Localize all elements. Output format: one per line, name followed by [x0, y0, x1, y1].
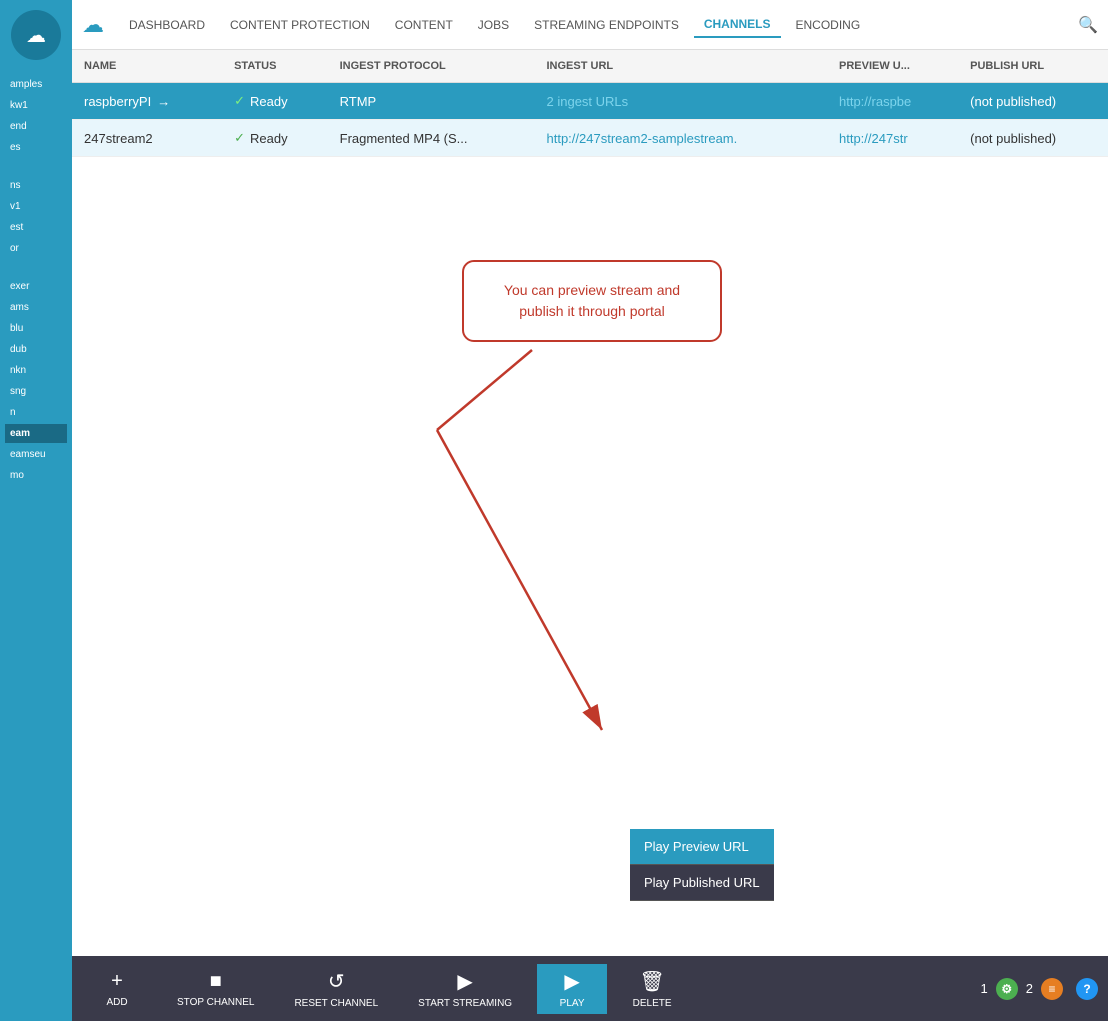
sidebar-item-amples[interactable]: amples — [5, 75, 67, 94]
check-icon: ✓ — [234, 93, 245, 109]
search-icon[interactable]: 🔍 — [1078, 15, 1098, 35]
stop-icon: ■ — [210, 970, 222, 993]
nav-jobs[interactable]: JOBS — [468, 13, 519, 37]
settings-badge[interactable]: ⚙ — [996, 978, 1018, 1000]
top-nav: ☁ DASHBOARD CONTENT PROTECTION CONTENT J… — [72, 0, 1108, 50]
play-button[interactable]: ▶ PLAY — [537, 964, 607, 1014]
start-streaming-icon: ▶ — [457, 969, 472, 994]
sidebar-item-blu[interactable]: blu — [5, 319, 67, 338]
row-name-text: 247stream2 — [84, 131, 153, 146]
row-protocol-cell: RTMP — [328, 83, 535, 120]
sidebar-item-eam[interactable]: eam — [5, 424, 67, 443]
sidebar-item-nkn[interactable]: nkn — [5, 361, 67, 380]
row-name-cell: raspberryPI → — [72, 83, 222, 120]
nav-streaming-endpoints[interactable]: STREAMING ENDPOINTS — [524, 13, 689, 37]
row-arrow-icon: → — [157, 94, 170, 109]
row-publish-url-cell: (not published) — [958, 83, 1108, 120]
play-preview-url-item[interactable]: Play Preview URL — [630, 829, 774, 865]
play-icon: ▶ — [564, 969, 579, 994]
nav-content-protection[interactable]: CONTENT PROTECTION — [220, 13, 380, 37]
list-badge[interactable]: ≡ — [1041, 978, 1063, 1000]
col-preview-url: PREVIEW U... — [827, 50, 958, 83]
sidebar-item-dub[interactable]: dub — [5, 340, 67, 359]
nav-encoding[interactable]: ENCODING — [786, 13, 871, 37]
play-label: PLAY — [560, 998, 585, 1009]
status-text: Ready — [250, 131, 288, 146]
callout-bubble: You can preview stream and publish it th… — [462, 260, 722, 342]
add-label: ADD — [106, 997, 127, 1008]
row-status-cell: ✓ Ready — [222, 120, 328, 157]
stop-channel-button[interactable]: ■ STOP CHANNEL — [162, 965, 269, 1013]
add-button[interactable]: + ADD — [82, 965, 152, 1013]
badge-count-2: 2 — [1026, 981, 1033, 996]
row-publish-url-cell: (not published) — [958, 120, 1108, 157]
col-status: STATUS — [222, 50, 328, 83]
check-icon: ✓ — [234, 130, 245, 146]
table-row[interactable]: raspberryPI → ✓ Ready RTMP 2 ingest URLs… — [72, 83, 1108, 120]
row-ingest-url-cell: http://247stream2-samplestream. — [535, 120, 828, 157]
callout-text: You can preview stream and publish it th… — [504, 282, 680, 319]
nav-dashboard[interactable]: DASHBOARD — [119, 13, 215, 37]
col-ingest-protocol: INGEST PROTOCOL — [328, 50, 535, 83]
row-ingest-url-cell: 2 ingest URLs — [535, 83, 828, 120]
table-row[interactable]: 247stream2 ✓ Ready Fragmented MP4 (S... … — [72, 120, 1108, 157]
delete-button[interactable]: 🗑 DELETE — [617, 964, 687, 1014]
main-content: ☁ DASHBOARD CONTENT PROTECTION CONTENT J… — [72, 0, 1108, 1021]
reset-channel-button[interactable]: ↺ RESET CHANNEL — [279, 964, 393, 1014]
start-streaming-button[interactable]: ▶ START STREAMING — [403, 964, 527, 1014]
sidebar-item-end[interactable]: end — [5, 117, 67, 136]
callout-container: You can preview stream and publish it th… — [462, 260, 722, 342]
col-publish-url: PUBLISH URL — [958, 50, 1108, 83]
row-name-text: raspberryPI — [84, 94, 151, 109]
toolbar-right: 1 ⚙ 2 ≡ ? — [981, 978, 1098, 1000]
row-status-cell: ✓ Ready — [222, 83, 328, 120]
nav-content[interactable]: CONTENT — [385, 13, 463, 37]
sidebar-item-or[interactable]: or — [5, 239, 67, 258]
sidebar-item-ns[interactable]: ns — [5, 176, 67, 195]
reset-label: RESET CHANNEL — [294, 998, 378, 1009]
start-streaming-label: START STREAMING — [418, 998, 512, 1009]
badge-count-1: 1 — [981, 981, 988, 996]
delete-label: DELETE — [633, 998, 672, 1009]
table-area: NAME STATUS INGEST PROTOCOL INGEST URL P… — [72, 50, 1108, 956]
arrow-svg — [432, 340, 632, 770]
sidebar-item-v1[interactable]: v1 — [5, 197, 67, 216]
sidebar-item-exer[interactable]: exer — [5, 277, 67, 296]
play-published-url-item[interactable]: Play Published URL — [630, 865, 774, 901]
col-name: NAME — [72, 50, 222, 83]
bottom-toolbar: + ADD ■ STOP CHANNEL ↺ RESET CHANNEL ▶ S… — [72, 956, 1108, 1021]
row-name-cell: 247stream2 — [72, 120, 222, 157]
sidebar-item-ams[interactable]: ams — [5, 298, 67, 317]
add-icon: + — [111, 970, 123, 993]
sidebar-items: amples kw1 end es ns v1 est or exer ams … — [0, 70, 72, 490]
col-ingest-url: INGEST URL — [535, 50, 828, 83]
sidebar-item-mo[interactable]: mo — [5, 466, 67, 485]
sidebar-item-est[interactable]: est — [5, 218, 67, 237]
sidebar-item-eamseu[interactable]: eamseu — [5, 445, 67, 464]
help-badge[interactable]: ? — [1076, 978, 1098, 1000]
status-text: Ready — [250, 94, 288, 109]
row-protocol-cell: Fragmented MP4 (S... — [328, 120, 535, 157]
sidebar-logo[interactable]: ☁ — [11, 10, 61, 60]
delete-icon: 🗑 — [639, 969, 664, 994]
row-preview-url-cell: http://247str — [827, 120, 958, 157]
sidebar: ☁ amples kw1 end es ns v1 est or exer am… — [0, 0, 72, 1021]
sidebar-item-es[interactable]: es — [5, 138, 67, 157]
nav-logo: ☁ — [82, 12, 104, 38]
stop-label: STOP CHANNEL — [177, 997, 254, 1008]
sidebar-item-sng[interactable]: sng — [5, 382, 67, 401]
nav-channels[interactable]: CHANNELS — [694, 12, 781, 38]
row-preview-url-cell: http://raspbe — [827, 83, 958, 120]
channels-table: NAME STATUS INGEST PROTOCOL INGEST URL P… — [72, 50, 1108, 157]
play-dropdown-menu: Play Preview URL Play Published URL — [630, 829, 774, 901]
sidebar-item-kw1[interactable]: kw1 — [5, 96, 67, 115]
reset-icon: ↺ — [328, 969, 345, 994]
sidebar-item-n[interactable]: n — [5, 403, 67, 422]
